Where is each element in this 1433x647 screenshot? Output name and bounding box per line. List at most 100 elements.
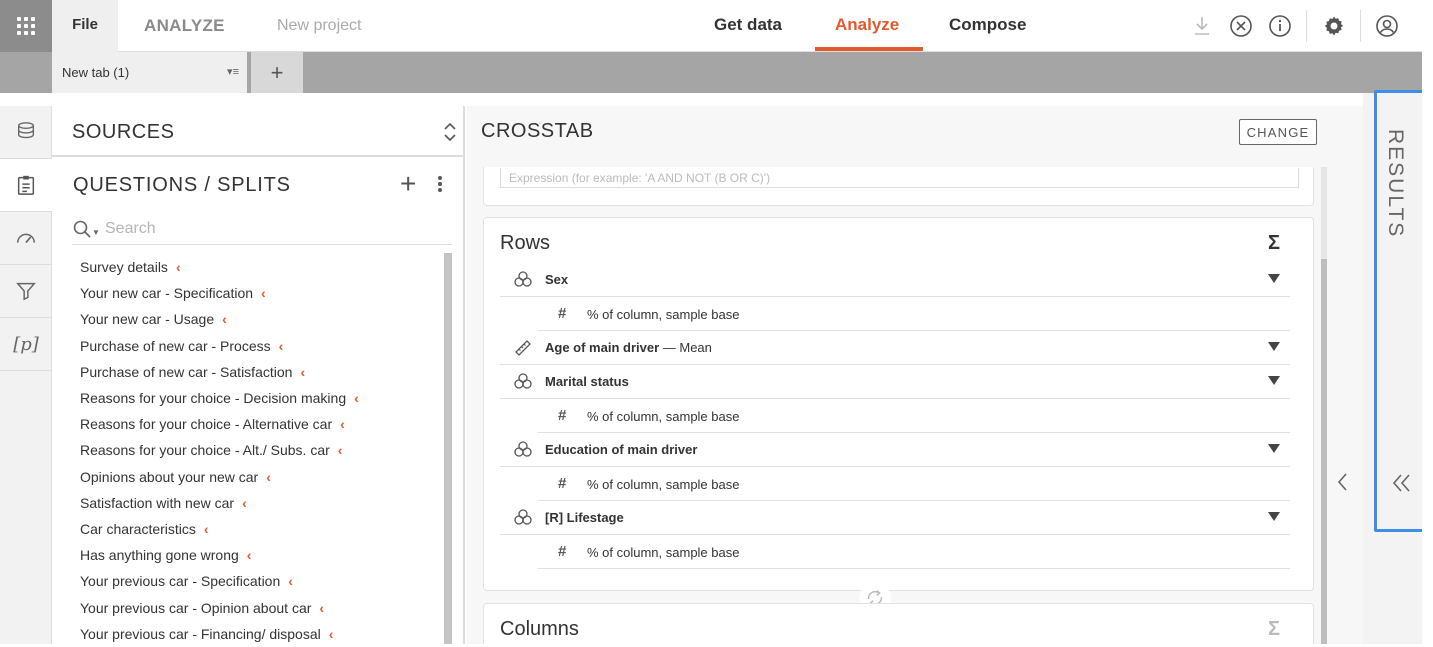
question-group-item[interactable]: Car characteristics ‹ — [80, 516, 440, 542]
apps-menu-button[interactable] — [0, 0, 52, 52]
add-question-button[interactable]: + — [400, 170, 416, 198]
rail-statistics-button[interactable] — [0, 212, 52, 265]
expand-chevron-icon[interactable]: ‹ — [340, 416, 345, 432]
expand-chevron-icon[interactable]: ‹ — [279, 338, 284, 354]
question-group-item[interactable]: Survey details ‹ — [80, 254, 440, 280]
row-statistic[interactable]: # % of column, sample base — [538, 297, 1290, 331]
question-group-item[interactable]: Your new car - Usage ‹ — [80, 306, 440, 332]
nav-tab-analyze[interactable]: Analyze — [835, 15, 899, 35]
question-group-item[interactable]: Satisfaction with new car ‹ — [80, 490, 440, 516]
add-tab-button[interactable]: + — [251, 52, 303, 93]
expand-chevron-icon[interactable]: ‹ — [242, 495, 247, 511]
question-group-item[interactable]: Purchase of new car - Process ‹ — [80, 333, 440, 359]
expression-field[interactable]: Expression (for example: 'A AND NOT (B O… — [500, 168, 1299, 188]
chevron-left-icon[interactable] — [1333, 468, 1353, 496]
tab-menu-icon[interactable]: ▾≡ — [227, 65, 239, 78]
row-variable-label: [R] Lifestage — [545, 510, 624, 525]
hash-icon: # — [558, 475, 567, 492]
crosstab-scrollbar[interactable] — [1321, 167, 1327, 644]
expand-collapse-icon[interactable] — [443, 120, 457, 144]
row-statistic[interactable]: # % of column, sample base — [538, 467, 1290, 501]
row-statistic[interactable]: # % of column, sample base — [538, 535, 1290, 569]
expand-chevron-icon[interactable]: ‹ — [261, 285, 266, 301]
rail-questions-button[interactable] — [0, 159, 52, 212]
row-statistic[interactable]: # % of column, sample base — [538, 399, 1290, 433]
row-variable[interactable]: Sex — [500, 263, 1290, 297]
question-group-label: Your previous car - Specification — [80, 573, 281, 590]
nav-tab-compose[interactable]: Compose — [949, 15, 1026, 35]
scrollbar-thumb[interactable] — [1321, 259, 1327, 644]
document-tab-strip: New tab (1) ▾≡ + — [0, 52, 1422, 93]
results-label: RESULTS — [1384, 129, 1407, 239]
expand-chevron-icon[interactable]: ‹ — [204, 521, 209, 537]
questions-scrollbar[interactable] — [444, 253, 452, 644]
question-group-item[interactable]: Your previous car - Opinion about car ‹ — [80, 594, 440, 620]
expand-chevron-icon[interactable]: ‹ — [222, 311, 227, 327]
row-options-dropdown-icon[interactable] — [1268, 342, 1280, 351]
row-options-dropdown-icon[interactable] — [1268, 444, 1280, 453]
file-menu-tab[interactable]: File — [52, 0, 118, 52]
double-chevron-left-icon[interactable] — [1391, 471, 1413, 495]
project-name[interactable]: New project — [277, 17, 361, 35]
download-icon[interactable] — [1190, 14, 1214, 38]
row-variable[interactable]: [R] Lifestage — [500, 501, 1290, 535]
top-bar: File ANALYZE New project Get data Analyz… — [0, 0, 1422, 52]
question-group-item[interactable]: Your new car - Specification ‹ — [80, 280, 440, 306]
user-account-icon[interactable] — [1375, 14, 1399, 38]
row-variable[interactable]: Marital status — [500, 365, 1290, 399]
question-group-item[interactable]: Opinions about your new car ‹ — [80, 464, 440, 490]
expand-chevron-icon[interactable]: ‹ — [266, 469, 271, 485]
gear-icon[interactable] — [1322, 14, 1346, 38]
expand-chevron-icon[interactable]: ‹ — [247, 547, 252, 563]
question-group-item[interactable]: Reasons for your choice - Alt./ Subs. ca… — [80, 437, 440, 463]
row-variable-name: Age of main driver — Mean — [545, 340, 712, 355]
divider — [1360, 10, 1361, 42]
categorical-venn-icon — [514, 509, 532, 530]
expand-chevron-icon[interactable]: ‹ — [329, 626, 334, 642]
expand-chevron-icon[interactable]: ‹ — [288, 573, 293, 589]
row-statistic-label: % of column, sample base — [587, 409, 740, 424]
question-group-item[interactable]: Purchase of new car - Satisfaction ‹ — [80, 359, 440, 385]
search-icon[interactable] — [73, 220, 91, 238]
row-variable[interactable]: Education of main driver — [500, 433, 1290, 467]
question-group-label: Survey details — [80, 259, 168, 276]
question-group-item[interactable]: Has anything gone wrong ‹ — [80, 542, 440, 568]
expand-chevron-icon[interactable]: ‹ — [176, 259, 181, 275]
columns-sigma-icon[interactable]: Σ — [1268, 618, 1280, 641]
clipboard-list-icon — [17, 175, 35, 195]
columns-title: Columns — [500, 618, 579, 640]
search-options-chevron-icon[interactable]: ▼ — [92, 228, 100, 237]
questions-list: Survey details ‹ Your new car - Specificat… — [80, 254, 440, 647]
row-options-dropdown-icon[interactable] — [1268, 512, 1280, 521]
change-button[interactable]: CHANGE — [1239, 119, 1317, 145]
row-variable[interactable]: Age of main driver — Mean — [500, 331, 1290, 365]
question-group-item[interactable]: Reasons for your choice - Decision makin… — [80, 385, 440, 411]
more-vertical-icon[interactable] — [436, 174, 444, 194]
close-circle-icon[interactable] — [1229, 14, 1253, 38]
info-icon[interactable] — [1268, 14, 1292, 38]
question-group-label: Reasons for your choice - Alternative ca… — [80, 416, 333, 433]
row-options-dropdown-icon[interactable] — [1268, 274, 1280, 283]
question-group-item[interactable]: Your previous car - Specification ‹ — [80, 568, 440, 594]
rows-sigma-icon[interactable]: Σ — [1268, 232, 1280, 255]
row-options-dropdown-icon[interactable] — [1268, 376, 1280, 385]
question-group-label: Has anything gone wrong — [80, 547, 239, 564]
question-group-label: Your previous car - Financing/ disposal — [80, 625, 321, 642]
results-panel-toggle[interactable]: RESULTS — [1374, 90, 1428, 532]
search-box[interactable]: ▼ — [72, 216, 452, 245]
sources-title: SOURCES — [72, 121, 175, 143]
search-input[interactable] — [105, 218, 445, 240]
sources-header[interactable]: SOURCES — [52, 106, 465, 157]
nav-tab-get-data[interactable]: Get data — [714, 15, 782, 35]
question-group-item[interactable]: Your previous car - Financing/ disposal ‹ — [80, 621, 440, 647]
document-tab[interactable]: New tab (1) ▾≡ — [52, 52, 247, 93]
expand-chevron-icon[interactable]: ‹ — [319, 600, 324, 616]
expand-chevron-icon[interactable]: ‹ — [300, 364, 305, 380]
rail-sources-button[interactable] — [0, 106, 52, 159]
expand-chevron-icon[interactable]: ‹ — [338, 442, 343, 458]
expand-chevron-icon[interactable]: ‹ — [354, 390, 359, 406]
rail-filter-button[interactable] — [0, 265, 52, 318]
active-tab-indicator — [815, 47, 923, 51]
rail-parameters-button[interactable]: [p] — [0, 318, 52, 371]
question-group-item[interactable]: Reasons for your choice - Alternative ca… — [80, 411, 440, 437]
